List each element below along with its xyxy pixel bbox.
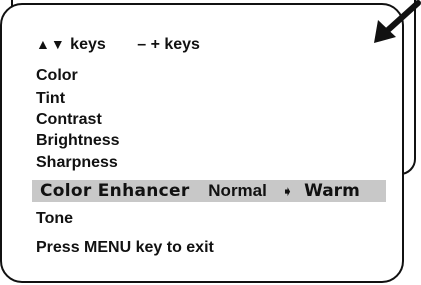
menu-item-brightness[interactable]: Brightness bbox=[36, 131, 120, 150]
menu-item-sharpness[interactable]: Sharpness bbox=[36, 153, 118, 172]
osd-screen: ▲▼ keys – + keys Color Tint Contrast Bri… bbox=[0, 0, 421, 285]
menu-item-color-enhancer[interactable]: Color Enhancer Normal ➧ Warm bbox=[40, 181, 360, 201]
color-enhancer-value: Normal bbox=[208, 181, 267, 200]
up-down-triangles-icon: ▲▼ bbox=[36, 36, 66, 52]
arrow-down-left-icon bbox=[374, 0, 421, 43]
color-enhancer-next-value: Warm bbox=[304, 181, 360, 201]
right-pointer-icon: ➧ bbox=[281, 183, 294, 199]
arrow-keys-label: keys bbox=[70, 36, 106, 53]
menu-item-color[interactable]: Color bbox=[36, 66, 78, 85]
exit-hint: Press MENU key to exit bbox=[36, 239, 214, 256]
keys-hint: ▲▼ keys – + keys bbox=[36, 35, 200, 54]
menu-item-tint[interactable]: Tint bbox=[36, 89, 65, 108]
color-enhancer-label: Color Enhancer bbox=[40, 181, 190, 201]
menu-item-contrast[interactable]: Contrast bbox=[36, 110, 102, 129]
plus-minus-keys-label: – + keys bbox=[137, 36, 200, 53]
menu-item-tone[interactable]: Tone bbox=[36, 209, 73, 228]
